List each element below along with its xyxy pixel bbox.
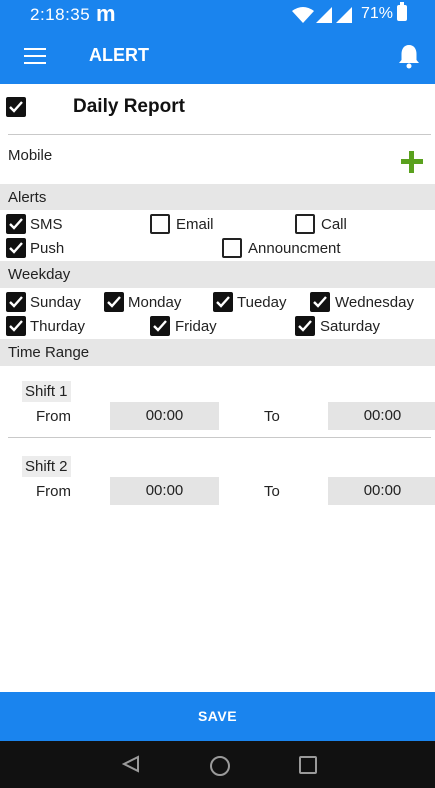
shift-1-to-label: To	[264, 408, 280, 425]
weekday-friday-checkbox[interactable]	[150, 316, 170, 336]
weekday-section-header: Weekday	[0, 261, 435, 288]
alert-announcement-label: Announcment	[248, 240, 341, 257]
status-bar: 2:18:35 m 71%	[0, 0, 435, 30]
weekday-monday-checkbox[interactable]	[104, 292, 124, 312]
alert-call-label: Call	[321, 216, 347, 233]
home-icon[interactable]	[210, 756, 230, 776]
shift-2-label: Shift 2	[22, 456, 71, 477]
shift-1-label: Shift 1	[22, 381, 71, 402]
shift-2-to-label: To	[264, 483, 280, 500]
add-mobile-button[interactable]	[401, 151, 423, 173]
daily-report-label: Daily Report	[73, 96, 185, 117]
divider	[8, 437, 431, 438]
weekday-thursday-label: Thurday	[30, 318, 86, 335]
save-button[interactable]: SAVE	[0, 692, 435, 741]
weekday-header-label: Weekday	[8, 266, 71, 283]
app-bar: ALERT	[0, 30, 435, 84]
weekday-sunday-label: Sunday	[30, 294, 81, 311]
shift-1-from-label: From	[36, 408, 71, 425]
alerts-section-header: Alerts	[0, 184, 435, 210]
wifi-icon	[292, 7, 314, 23]
signal-icons	[292, 7, 352, 23]
weekday-saturday-label: Saturday	[320, 318, 381, 335]
back-icon[interactable]	[122, 755, 140, 773]
page-title: ALERT	[89, 45, 149, 65]
weekday-tuesday-label: Tueday	[237, 294, 287, 311]
bell-icon[interactable]	[397, 43, 421, 69]
time-range-header-label: Time Range	[8, 344, 90, 361]
weekday-wednesday-label: Wednesday	[335, 294, 414, 311]
hamburger-menu-icon[interactable]	[24, 48, 46, 64]
shift-2-to-field[interactable]: 00:00	[328, 477, 435, 505]
mobile-label: Mobile	[8, 147, 53, 164]
weekday-monday-label: Monday	[128, 294, 182, 311]
system-nav-bar	[0, 741, 435, 788]
alert-sms-label: SMS	[30, 216, 63, 233]
time-range-section-header: Time Range	[0, 339, 435, 366]
alert-push-checkbox[interactable]	[6, 238, 26, 258]
battery-percent: 71%	[361, 5, 394, 22]
recent-apps-icon[interactable]	[299, 756, 317, 774]
alert-push-label: Push	[30, 240, 65, 257]
weekday-tuesday-checkbox[interactable]	[213, 292, 233, 312]
alert-sms-checkbox[interactable]	[6, 214, 26, 234]
divider	[8, 134, 431, 135]
signal-icon-1	[316, 7, 332, 23]
alert-announcement-checkbox[interactable]	[222, 238, 242, 258]
shift-2-from-field[interactable]: 00:00	[110, 477, 219, 505]
alert-email-label: Email	[176, 216, 214, 233]
alerts-header-label: Alerts	[8, 189, 47, 206]
shift-1-from-field[interactable]: 00:00	[110, 402, 219, 430]
weekday-saturday-checkbox[interactable]	[295, 316, 315, 336]
alert-email-checkbox[interactable]	[150, 214, 170, 234]
battery-icon	[397, 2, 407, 21]
weekday-friday-label: Friday	[175, 318, 217, 335]
shift-2-from-label: From	[36, 483, 71, 500]
alert-call-checkbox[interactable]	[295, 214, 315, 234]
shift-1-to-field[interactable]: 00:00	[328, 402, 435, 430]
weekday-sunday-checkbox[interactable]	[6, 292, 26, 312]
app-logo-icon: m	[96, 1, 116, 26]
signal-icon-2	[336, 7, 352, 23]
daily-report-checkbox[interactable]	[6, 97, 26, 117]
status-time: 2:18:35	[30, 5, 91, 24]
weekday-thursday-checkbox[interactable]	[6, 316, 26, 336]
weekday-wednesday-checkbox[interactable]	[310, 292, 330, 312]
